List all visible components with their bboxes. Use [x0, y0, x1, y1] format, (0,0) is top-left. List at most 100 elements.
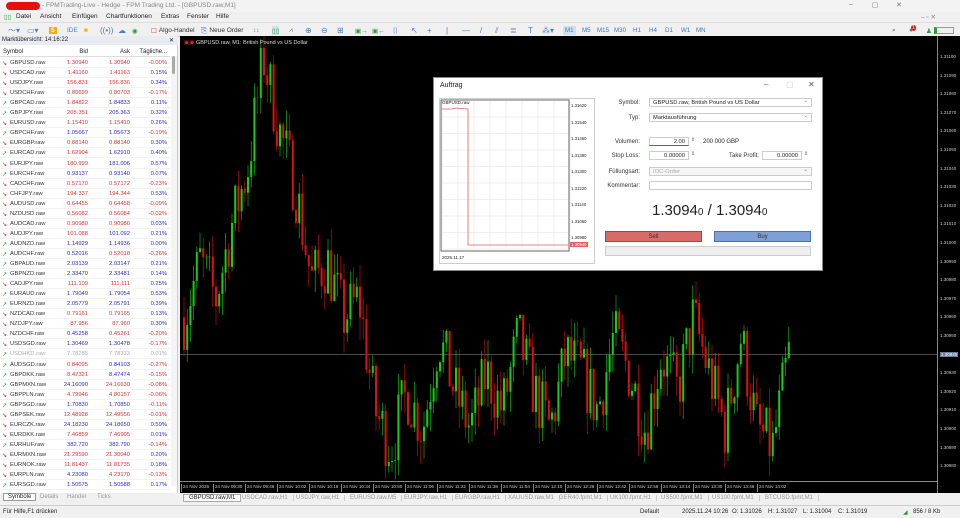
chart-tab[interactable]: EURJPY.raw,H1: [399, 495, 453, 501]
timeframe-mn[interactable]: MN: [694, 26, 708, 35]
list-item[interactable]: ↗GBPSGD.raw1.708301.70850-0.11%: [0, 400, 170, 410]
col-bid[interactable]: Bid: [79, 49, 88, 55]
chart-tab[interactable]: USDCAD.raw,H1: [237, 495, 294, 501]
list-item[interactable]: ↘EURNOK.raw11.8143711.817350.18%: [0, 460, 170, 470]
scrollbar[interactable]: [171, 56, 177, 486]
minimize-button[interactable]: –: [842, 1, 860, 8]
screenshot-button[interactable]: ⌷: [393, 26, 398, 35]
timeframe-m15[interactable]: M15: [595, 26, 611, 35]
symbol-select[interactable]: GBPUSD.raw, British Pound vs US Dollar: [649, 98, 812, 107]
list-item[interactable]: ↗GBPDKK.raw8.473218.47474-0.15%: [0, 370, 170, 380]
list-item[interactable]: ↗EURCHF.raw0.931370.931400.07%: [0, 169, 170, 179]
list-item[interactable]: ↗EURHUF.raw382.720382.790-0.14%: [0, 440, 170, 450]
list-item[interactable]: ↗EURAUD.raw1.790491.790540.53%: [0, 289, 170, 299]
list-item[interactable]: ↗GBPCHF.raw1.056671.05673-0.19%: [0, 128, 170, 138]
scrollbar-thumb[interactable]: [172, 56, 175, 74]
list-item[interactable]: ↘USDCHF.raw0.806990.80703-0.17%: [0, 88, 170, 98]
chart-tab[interactable]: USDJPY.raw,H1: [291, 495, 345, 501]
candle-chart-button[interactable]: ▯▯: [272, 26, 279, 35]
cloud-button[interactable]: ☁: [118, 26, 126, 35]
list-item[interactable]: ↘USDCAD.raw1.411601.411630.15%: [0, 68, 170, 78]
list-item[interactable]: ↘GBPSEK.raw12.4892812.49556-0.01%: [0, 410, 170, 420]
channel-button[interactable]: ⫽: [495, 26, 499, 35]
chart-tab[interactable]: US100.fpmt,M1: [707, 495, 760, 501]
timeframe-m5[interactable]: M5: [580, 26, 593, 35]
list-item[interactable]: ↘EURDKK.raw7.468597.469050.01%: [0, 430, 170, 440]
line-chart-button[interactable]: ⩘: [289, 26, 293, 35]
time-axis[interactable]: 24 Nov 202524 Nov 09:3024 Nov 09:4624 No…: [180, 481, 937, 493]
volume-stepper[interactable]: ⇕: [691, 137, 695, 143]
type-select[interactable]: Marktausführung: [649, 113, 812, 122]
buy-button[interactable]: Buy: [714, 231, 811, 242]
mdi-controls[interactable]: – ▫ ✕: [921, 13, 936, 21]
algo-trading-button[interactable]: ☐Algo-Handel: [151, 26, 195, 35]
fibonacci-button[interactable]: ≣: [510, 26, 517, 35]
list-item[interactable]: ↘EURGBP.raw0.881400.881400.30%: [0, 138, 170, 148]
templates-button[interactable]: ▭▾: [27, 26, 39, 35]
dialog-minimize-button[interactable]: –: [764, 80, 768, 89]
menu-extras[interactable]: Extras: [161, 13, 179, 20]
list-item[interactable]: ↗GBPNZD.raw2.334702.334810.14%: [0, 269, 170, 279]
trendline-button[interactable]: /: [480, 26, 482, 35]
vertical-line-button[interactable]: |: [446, 26, 448, 35]
list-item[interactable]: ↘CADJPY.raw111.109111.1110.25%: [0, 279, 170, 289]
close-panel-icon[interactable]: ✕: [169, 37, 174, 44]
list-item[interactable]: ↗EURSGD.raw1.505751.505880.17%: [0, 480, 170, 490]
list-item[interactable]: ↘EURMXN.raw21.2959021.300400.20%: [0, 450, 170, 460]
status-profile[interactable]: Default: [640, 509, 659, 515]
horizontal-line-button[interactable]: —: [462, 26, 470, 35]
chart-tab[interactable]: US500.fpmt,M1: [656, 495, 709, 501]
chart-tab[interactable]: EURGBP.raw,H1: [450, 495, 506, 501]
list-item[interactable]: ↗USDHKD.raw7.782857.783330.01%: [0, 349, 170, 359]
close-button[interactable]: ✕: [890, 1, 908, 9]
list-item[interactable]: ↘EURJPY.raw180.999181.0060.57%: [0, 159, 170, 169]
tab-details[interactable]: Details: [40, 494, 58, 500]
list-item[interactable]: ↘EURUSD.raw1.154101.154100.26%: [0, 118, 170, 128]
menu-einfuegen[interactable]: Einfügen: [72, 13, 98, 20]
tile-button[interactable]: ⊞: [337, 26, 344, 35]
tab-trade[interactable]: Handel: [67, 494, 86, 500]
col-symbol[interactable]: Symbol: [3, 49, 23, 55]
autoscroll-button[interactable]: ▣→: [355, 26, 368, 35]
take-profit-stepper[interactable]: ⇕: [804, 151, 808, 157]
stop-loss-stepper[interactable]: ⇕: [691, 151, 695, 157]
price-axis[interactable]: 1.311001.310901.310801.310701.310601.310…: [937, 36, 960, 493]
list-item[interactable]: ↘EURPLN.raw4.230804.23170-0.13%: [0, 470, 170, 480]
zoom-out-button[interactable]: ⊖: [321, 26, 328, 35]
list-item[interactable]: ↗GBPAUD.raw2.031392.031470.21%: [0, 259, 170, 269]
timeframe-h1[interactable]: H1: [631, 26, 643, 35]
chart-tab[interactable]: UK100.fpmt,H1: [605, 495, 657, 501]
ide-button[interactable]: IDE: [67, 26, 78, 35]
list-item[interactable]: ↘AUDUSD.raw0.644550.64458-0.09%: [0, 199, 170, 209]
crosshair-button[interactable]: +: [427, 26, 432, 35]
list-item[interactable]: ↘EURCZK.raw24.1823024.186500.59%: [0, 420, 170, 430]
volume-input[interactable]: 2.00: [649, 137, 689, 146]
market-button[interactable]: $: [49, 26, 57, 35]
list-item[interactable]: ↗EURNZD.raw2.057792.057910.39%: [0, 299, 170, 309]
timeframe-m1[interactable]: M1: [563, 26, 576, 35]
menu-ansicht[interactable]: Ansicht: [40, 13, 61, 20]
lock-button[interactable]: ■: [84, 26, 88, 35]
list-item[interactable]: ↗EURCAD.raw1.629041.629100.40%: [0, 148, 170, 158]
list-item[interactable]: ↘GBPUSD.raw1.309401.30940-0.00%: [0, 58, 170, 68]
account-button[interactable]: ♟: [926, 26, 954, 35]
comment-input[interactable]: [649, 181, 812, 190]
stop-loss-input[interactable]: 0.00000: [649, 151, 689, 160]
zoom-in-button[interactable]: ⊕: [305, 26, 312, 35]
chart-shift-button[interactable]: ▣←: [372, 26, 385, 35]
list-item[interactable]: ↘NZDCAD.raw0.791610.791650.13%: [0, 309, 170, 319]
list-item[interactable]: ↘GBPPLN.raw4.799464.80157-0.06%: [0, 390, 170, 400]
timeframe-w1[interactable]: W1: [679, 26, 692, 35]
chart-tab[interactable]: GER40.fpmt,M1: [554, 495, 608, 501]
bar-chart-button[interactable]: ↕↕: [253, 26, 260, 35]
signal-button[interactable]: ((•)): [100, 26, 113, 35]
timeframe-m30[interactable]: M30: [612, 26, 628, 35]
dialog-close-button[interactable]: ✕: [808, 80, 815, 89]
timeframe-h4[interactable]: H4: [647, 26, 659, 35]
list-item[interactable]: ↘AUDCAD.raw0.909800.909860.03%: [0, 219, 170, 229]
list-item[interactable]: ↘CADCHF.raw0.571700.57172-0.23%: [0, 179, 170, 189]
menu-hilfe[interactable]: Hilfe: [216, 13, 229, 20]
chart-tab[interactable]: BTCUSD.fpmt,M1: [760, 495, 819, 501]
list-item[interactable]: ↘NZDJPY.raw87.95687.9600.30%: [0, 319, 170, 329]
timeframe-d1[interactable]: D1: [663, 26, 675, 35]
